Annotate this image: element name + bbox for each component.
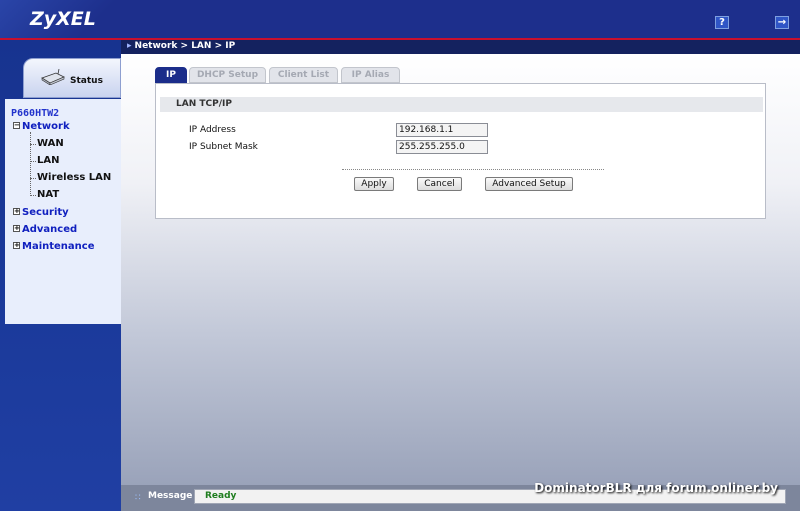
zyxel-logo: ZyXEL: [30, 8, 96, 30]
breadcrumb-arrow-icon: ▸: [127, 41, 132, 51]
tree-branch: [30, 144, 36, 145]
device-name: P660HTW2: [11, 108, 60, 119]
sidebar-item-wireless-lan[interactable]: Wireless LAN: [37, 172, 111, 183]
sidebar-item-wan[interactable]: WAN: [37, 138, 64, 149]
expand-icon: +: [13, 206, 20, 215]
subnet-mask-field[interactable]: 255.255.255.0: [396, 140, 488, 154]
tab-ip-alias[interactable]: IP Alias: [341, 67, 400, 83]
message-label: Message: [148, 491, 193, 501]
message-value: Ready: [205, 491, 237, 501]
logout-icon[interactable]: →: [775, 16, 789, 29]
sidebar-item-maintenance[interactable]: + Maintenance: [13, 241, 95, 252]
router-icon: [41, 69, 65, 85]
status-label: Status: [70, 76, 103, 86]
settings-panel: LAN TCP/IP IP Address 192.168.1.1 IP Sub…: [155, 83, 766, 219]
sidebar-item-label: Security: [22, 207, 69, 218]
tree-line: [30, 132, 31, 196]
header-bar: ZyXEL ? →: [0, 0, 800, 38]
tab-dhcp-setup[interactable]: DHCP Setup: [189, 67, 266, 83]
main-content: IP DHCP Setup Client List IP Alias LAN T…: [121, 54, 800, 485]
ip-address-field[interactable]: 192.168.1.1: [396, 123, 488, 137]
tree-branch: [30, 195, 36, 196]
sidebar-item-advanced[interactable]: + Advanced: [13, 224, 77, 235]
panel-title: LAN TCP/IP: [176, 99, 232, 109]
tab-client-list[interactable]: Client List: [269, 67, 338, 83]
breadcrumb: ▸ Network > LAN > IP: [127, 41, 235, 51]
sidebar-item-nat[interactable]: NAT: [37, 189, 59, 200]
cancel-button[interactable]: Cancel: [417, 177, 462, 191]
help-icon[interactable]: ?: [715, 16, 729, 29]
collapse-icon: −: [13, 120, 20, 129]
sidebar: Status P660HTW2 − Network WAN LAN Wireles…: [0, 40, 121, 511]
message-icon: ∷: [135, 493, 141, 503]
subnet-mask-label: IP Subnet Mask: [189, 142, 258, 152]
sidebar-item-lan[interactable]: LAN: [37, 155, 59, 166]
advanced-setup-button[interactable]: Advanced Setup: [485, 177, 573, 191]
panel-header: LAN TCP/IP: [160, 97, 763, 112]
expand-icon: +: [13, 240, 20, 249]
sidebar-item-label: Advanced: [22, 224, 78, 235]
button-divider: [342, 169, 604, 170]
breadcrumb-text: Network > LAN > IP: [134, 41, 236, 51]
menu-panel-curve: [5, 288, 121, 328]
sidebar-item-label: Network: [22, 121, 70, 132]
sidebar-item-security[interactable]: + Security: [13, 207, 69, 218]
status-tab[interactable]: Status: [23, 58, 121, 98]
sidebar-item-label: Maintenance: [22, 241, 95, 252]
apply-button[interactable]: Apply: [354, 177, 394, 191]
sidebar-item-network[interactable]: − Network: [13, 121, 70, 132]
ip-address-label: IP Address: [189, 125, 236, 135]
expand-icon: +: [13, 223, 20, 232]
watermark-text: DominatorBLR для forum.onliner.by: [534, 481, 778, 495]
tree-branch: [30, 178, 36, 179]
tree-branch: [30, 161, 36, 162]
tab-ip[interactable]: IP: [155, 67, 187, 83]
breadcrumb-bar: ▸ Network > LAN > IP: [121, 40, 800, 54]
